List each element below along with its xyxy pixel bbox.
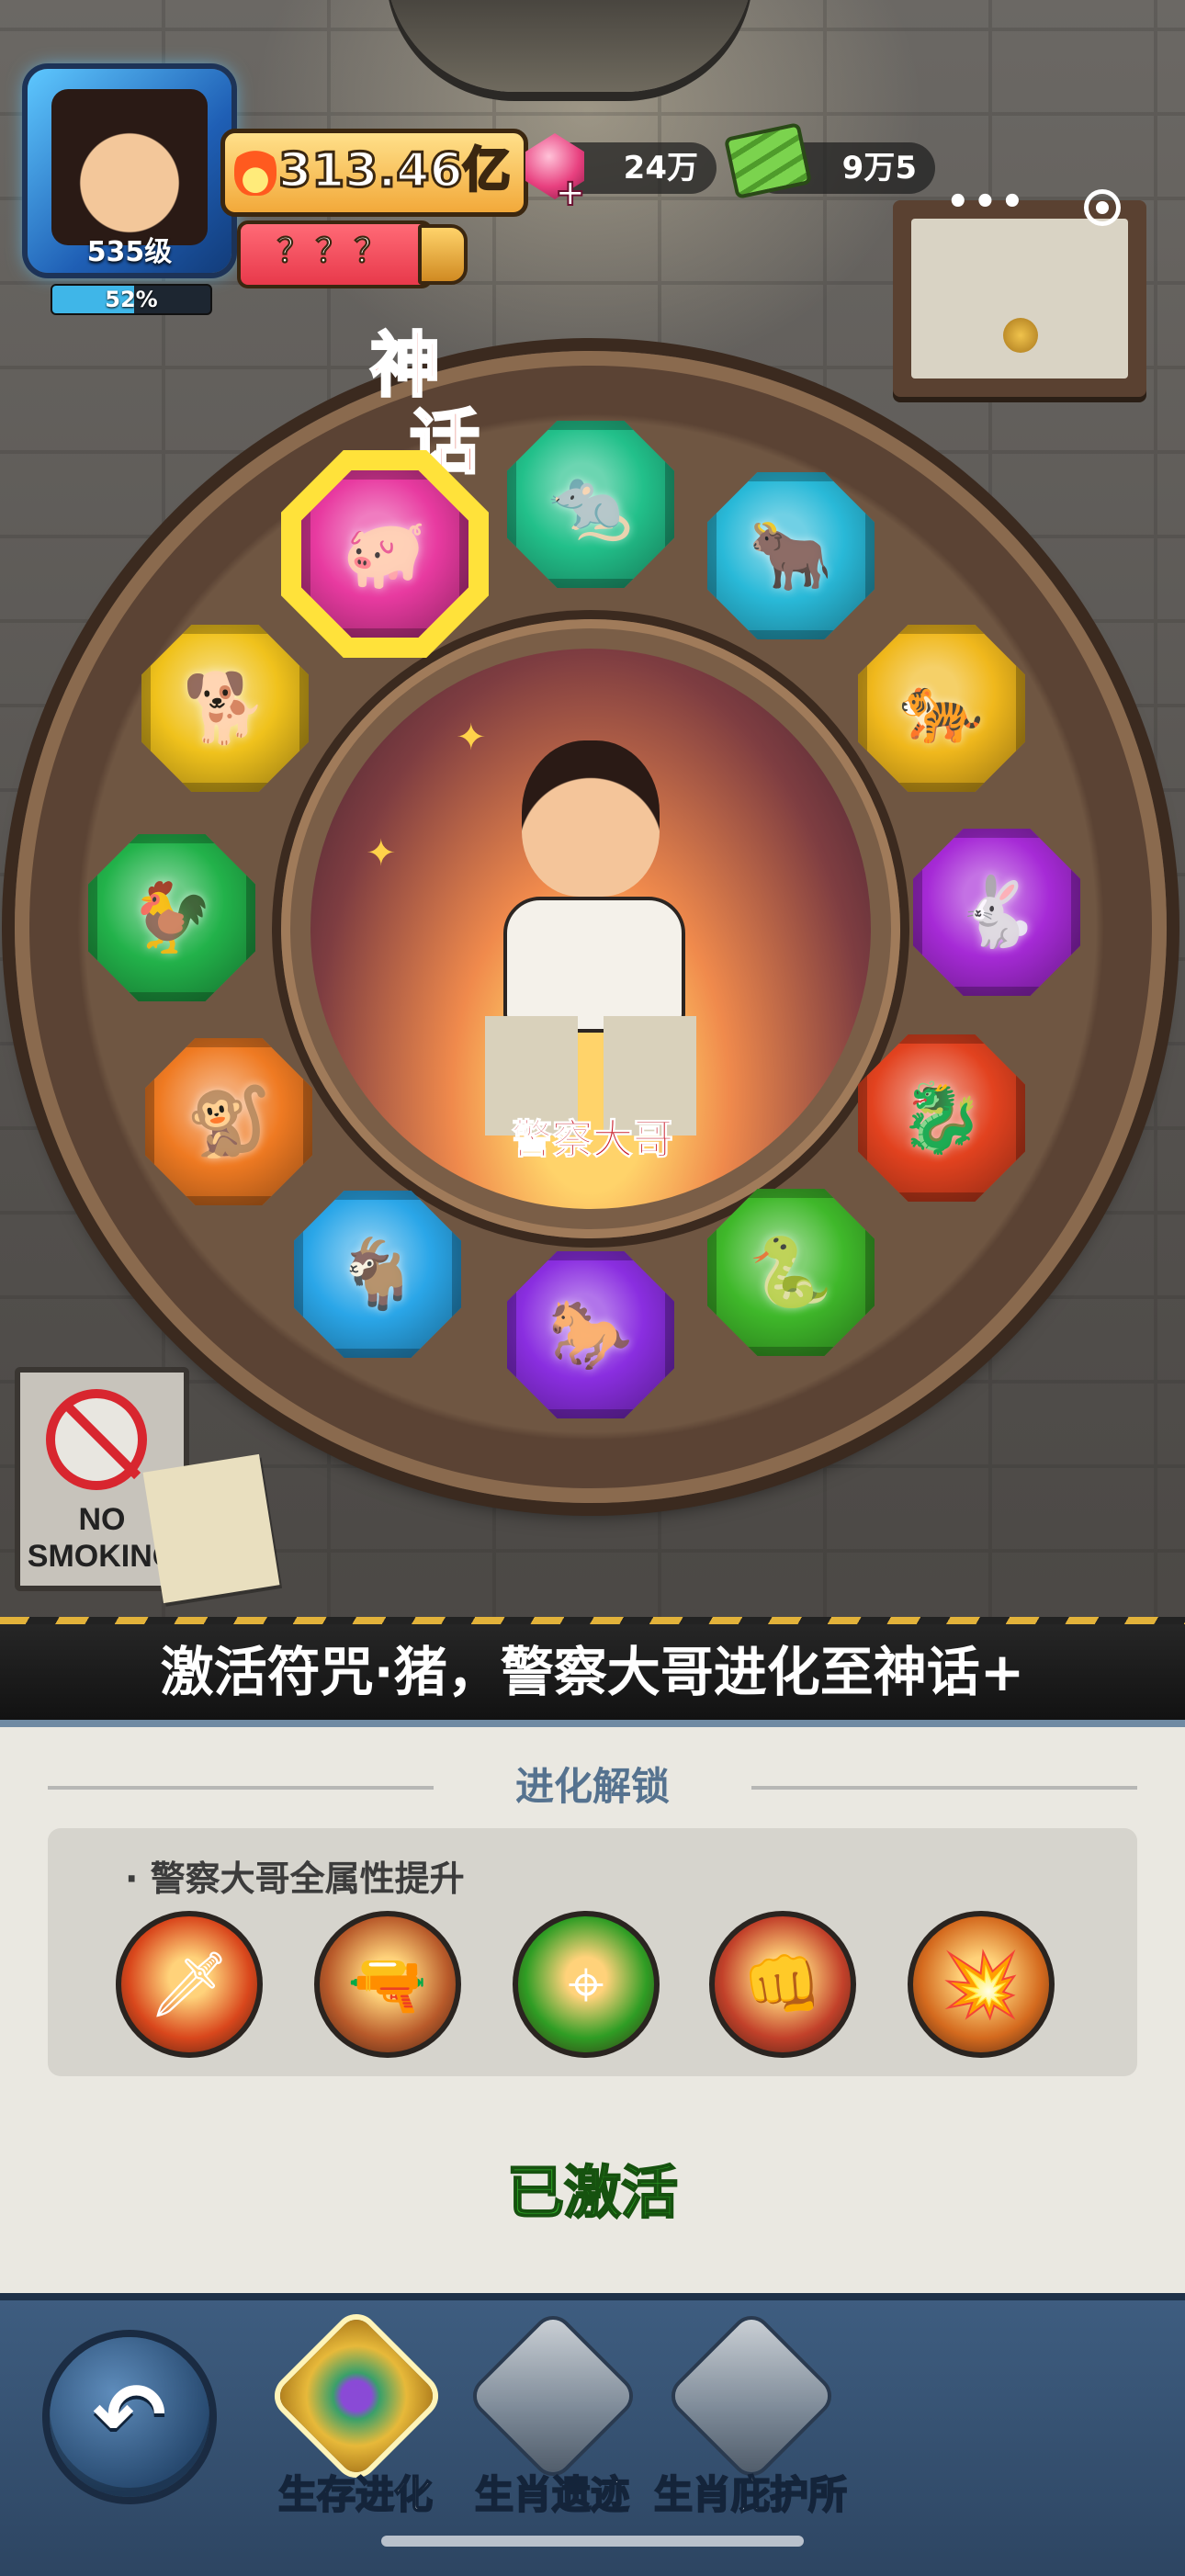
close-miniprogram-button[interactable] (1084, 189, 1121, 226)
avatar-portrait (51, 89, 208, 245)
pinned-note (142, 1453, 280, 1604)
hero-figure (485, 740, 696, 1145)
ruins-building-icon (469, 2312, 637, 2480)
seal-icon (1003, 318, 1038, 353)
back-arrow-icon: ↶ (92, 2364, 167, 2467)
sparkle-icon: ✦ (366, 832, 397, 875)
flaming-sword-icon[interactable]: 🗡 (116, 1911, 263, 2058)
goat-icon[interactable]: 🐐 (294, 1191, 461, 1358)
hero-shirt (503, 897, 685, 1033)
wall-certificate (893, 200, 1146, 397)
zodiac-wheel-icon (273, 2312, 440, 2480)
flame-icon (234, 144, 276, 196)
shelter-building-icon (668, 2312, 835, 2480)
xp-progress-bar: 52% (51, 284, 212, 315)
hero-rank-line-1: 神 (369, 324, 442, 406)
nav-tab-label: 生肖庇护所 (653, 2471, 848, 2518)
player-avatar[interactable]: 535级 (28, 69, 231, 273)
more-options-button[interactable]: ••• (946, 184, 1024, 233)
activated-status: 已激活 (506, 2158, 679, 2227)
hero-head (522, 740, 660, 897)
horse-icon[interactable]: 🐎 (507, 1251, 674, 1418)
cash-currency[interactable]: 9万5 (723, 122, 935, 199)
snake-icon[interactable]: 🐍 (707, 1189, 875, 1356)
player-level: 535级 (86, 236, 173, 268)
certificate-paper (911, 219, 1128, 378)
cash-amount: 9万5 (841, 150, 917, 186)
nav-tab-1[interactable]: 生存进化 (259, 2312, 452, 2536)
home-indicator (381, 2536, 804, 2547)
no-smoking-icon (46, 1389, 147, 1490)
combat-power: 313.46亿 (220, 129, 528, 217)
sparkle-icon: ✦ (456, 717, 487, 759)
crosshair-target-icon[interactable]: ⌖ (513, 1911, 660, 2058)
back-button[interactable]: ↶ (50, 2337, 209, 2497)
gem-currency[interactable]: + 24万 (525, 133, 717, 215)
player-name: ？？？ (276, 232, 393, 271)
gem-amount: 24万 (623, 150, 698, 186)
add-gem-icon[interactable]: + (554, 171, 586, 215)
combat-power-value: 313.46亿 (277, 142, 513, 200)
evolution-message: 激活符咒·猪，警察大哥进化至神话+ (160, 1641, 1025, 1703)
skill-heading: · 警察大哥全属性提升 (125, 1859, 465, 1899)
nav-tab-2[interactable]: 生肖遗迹 (456, 2312, 649, 2536)
hero-rifle-icon[interactable]: 💥 (908, 1911, 1055, 2058)
monkey-icon[interactable]: 🐒 (145, 1038, 312, 1205)
xp-percent: 52% (105, 287, 158, 312)
nav-tab-3[interactable]: 生肖庇护所 (653, 2312, 848, 2536)
dragon-icon[interactable]: 🐉 (858, 1034, 1025, 1202)
hero-fist-icon[interactable]: 👊 (709, 1911, 856, 2058)
hero-shooting-icon[interactable]: 🔫 (314, 1911, 461, 2058)
panel-title: 进化解锁 (514, 1764, 670, 1809)
name-tag-icon (418, 224, 468, 285)
player-name-box[interactable]: ？？？ (237, 220, 433, 288)
